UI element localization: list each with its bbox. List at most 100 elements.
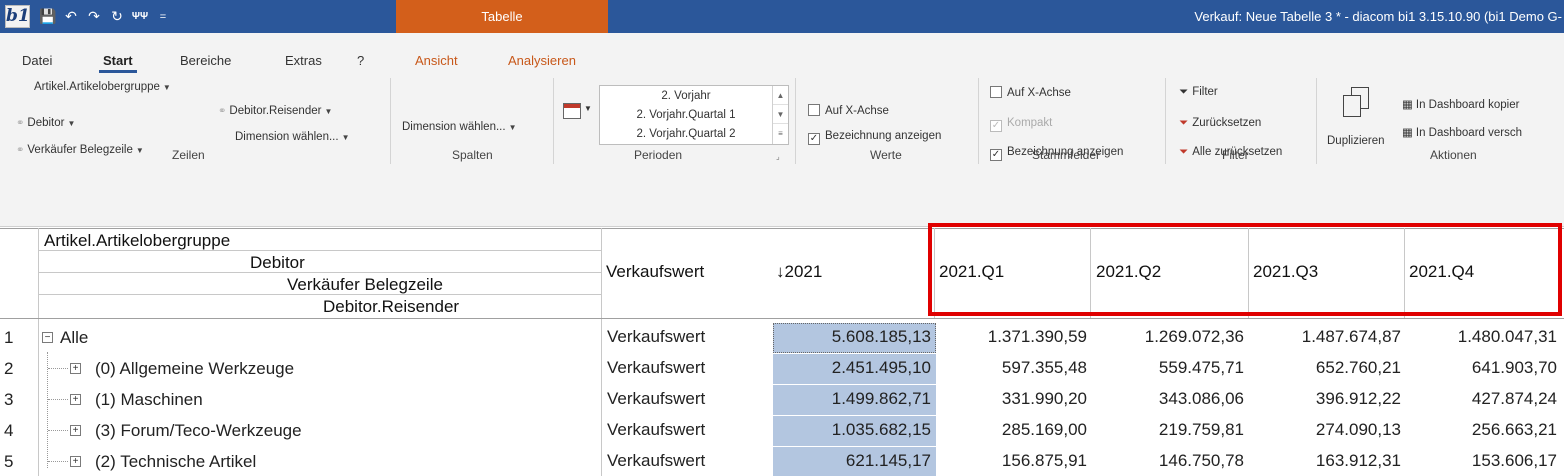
refresh-icon[interactable]: ↻ (107, 6, 127, 28)
cell-year[interactable]: 5.608.185,13 (773, 327, 931, 347)
tab-help[interactable]: ? (357, 53, 364, 68)
cell-q2[interactable]: 1.269.072,36 (1092, 327, 1244, 347)
cell-q3[interactable]: 1.487.674,87 (1250, 327, 1401, 347)
row-label[interactable]: (1) Maschinen (95, 390, 203, 410)
link-icon: ⚭ (218, 106, 227, 117)
cell-q3[interactable]: 163.912,31 (1250, 451, 1401, 471)
row-label[interactable]: Alle (60, 328, 88, 348)
duplicate-icon[interactable] (1343, 87, 1373, 119)
period-item[interactable]: 2. Vorjahr (600, 90, 772, 102)
chevron-down-icon: ▼ (508, 123, 517, 132)
calendar-icon[interactable] (563, 103, 581, 119)
dialog-launcher-icon[interactable]: ⌟ (776, 152, 780, 161)
scroll-down-icon[interactable]: ▼ (773, 105, 788, 124)
table-row[interactable]: 5 + (2) Technische Artikel Verkaufswert … (0, 446, 1564, 476)
period-scrollbar[interactable]: ▲ ▼ ≡ (772, 86, 788, 144)
stamm-auf-x-checkbox[interactable]: Auf X-Achse (990, 86, 1071, 99)
collapse-icon[interactable]: − (42, 332, 53, 343)
redo-icon[interactable]: ↷ (84, 6, 104, 28)
cell-q3[interactable]: 396.912,22 (1250, 389, 1401, 409)
row-number: 4 (4, 421, 14, 440)
table-row[interactable]: 1 − Alle Verkaufswert 5.608.185,13 1.371… (0, 322, 1564, 353)
header-dim-debitor[interactable]: Debitor (250, 253, 305, 273)
row-dim-label: Verkäufer Belegzeile (27, 144, 133, 156)
cell-q2[interactable]: 219.759,81 (1092, 420, 1244, 440)
cell-q4[interactable]: 641.903,70 (1406, 358, 1557, 378)
row-dim-reisender[interactable]: ⚭ Debitor.Reisender ▼ (218, 105, 332, 117)
copy-to-dashboard-button[interactable]: ▦ In Dashboard kopier (1402, 97, 1519, 111)
cell-year[interactable]: 2.451.495,10 (773, 358, 931, 378)
cell-q1[interactable]: 331.990,20 (936, 389, 1087, 409)
expand-icon[interactable]: + (70, 394, 81, 405)
filter-reset-button[interactable]: ⏷ Zurücksetzen (1179, 117, 1261, 130)
cell-q3[interactable]: 274.090,13 (1250, 420, 1401, 440)
checkbox-unchecked[interactable] (990, 86, 1002, 98)
chevron-down-icon: ▼ (67, 119, 76, 128)
expand-icon[interactable]: + (70, 363, 81, 374)
cell-q4[interactable]: 427.874,24 (1406, 389, 1557, 409)
tab-datei[interactable]: Datei (22, 53, 52, 68)
cell-q2[interactable]: 146.750,78 (1092, 451, 1244, 471)
period-item[interactable]: 2. Vorjahr.Quartal 2 (600, 128, 772, 140)
move-to-dashboard-button[interactable]: ▦ In Dashboard versch (1402, 125, 1522, 139)
row-label[interactable]: (2) Technische Artikel (95, 452, 256, 472)
tab-extras[interactable]: Extras (285, 53, 322, 68)
cell-year[interactable]: 1.499.862,71 (773, 389, 931, 409)
cell-q2[interactable]: 559.475,71 (1092, 358, 1244, 378)
column-dimension-dropdown[interactable]: Dimension wählen... ▼ (402, 121, 516, 133)
cell-q1[interactable]: 156.875,91 (936, 451, 1087, 471)
tree-connector (48, 368, 68, 369)
checkbox-checked[interactable]: ✓ (808, 133, 820, 145)
cell-q1[interactable]: 285.169,00 (936, 420, 1087, 440)
row-label[interactable]: (3) Forum/Teco-Werkzeuge (95, 421, 302, 441)
undo-icon[interactable]: ↶ (61, 6, 81, 28)
header-dim-artikelobergruppe[interactable]: Artikel.Artikelobergruppe (44, 231, 230, 251)
group-label-filter: Filter (1222, 148, 1249, 162)
header-measure[interactable]: Verkaufswert (606, 262, 704, 282)
header-dim-reisender[interactable]: Debitor.Reisender (323, 297, 459, 317)
period-item[interactable]: 2. Vorjahr.Quartal 1 (600, 109, 772, 121)
werte-auf-x-checkbox[interactable]: Auf X-Achse (808, 104, 889, 117)
werte-bezeichnung-checkbox[interactable]: ✓ Bezeichnung anzeigen (808, 130, 941, 145)
row-label[interactable]: (0) Allgemeine Werkzeuge (95, 359, 294, 379)
table-row[interactable]: 3 + (1) Maschinen Verkaufswert 1.499.862… (0, 384, 1564, 415)
checkbox-checked-disabled: ✓ (990, 120, 1002, 132)
expand-icon[interactable]: + (70, 425, 81, 436)
expand-icon[interactable]: + (70, 456, 81, 467)
scroll-up-icon[interactable]: ▲ (773, 86, 788, 105)
checkbox-checked[interactable]: ✓ (990, 149, 1002, 161)
period-list[interactable]: 2. Vorjahr 2. Vorjahr.Quartal 1 2. Vorja… (599, 85, 789, 145)
duplicate-icon-front (1343, 95, 1361, 117)
row-dim-choose[interactable]: Dimension wählen... ▼ (235, 131, 349, 143)
cell-q1[interactable]: 1.371.390,59 (936, 327, 1087, 347)
cell-year[interactable]: 1.035.682,15 (773, 420, 931, 440)
row-dim-artikelobergruppe[interactable]: Artikel.Artikelobergruppe ▼ (34, 81, 171, 93)
header-year-sorted[interactable]: ↓2021 (776, 262, 822, 282)
row-dim-verkaeufer[interactable]: ⚭ Verkäufer Belegzeile ▼ (16, 144, 144, 156)
cell-q4[interactable]: 256.663,21 (1406, 420, 1557, 440)
tab-ansicht[interactable]: Ansicht (415, 53, 458, 68)
tab-analysieren[interactable]: Analysieren (508, 53, 576, 68)
group-separator (1316, 78, 1317, 164)
duplicate-button[interactable]: Duplizieren (1327, 135, 1385, 147)
cell-q4[interactable]: 1.480.047,31 (1406, 327, 1557, 347)
cell-q4[interactable]: 153.606,17 (1406, 451, 1557, 471)
save-icon[interactable]: 💾 (38, 6, 58, 28)
tab-start[interactable]: Start (99, 53, 137, 73)
cell-q3[interactable]: 652.760,21 (1250, 358, 1401, 378)
header-dim-verkaeufer[interactable]: Verkäufer Belegzeile (287, 275, 443, 295)
group-label-spalten: Spalten (452, 148, 493, 162)
table-row[interactable]: 2 + (0) Allgemeine Werkzeuge Verkaufswer… (0, 353, 1564, 384)
chevron-down-icon[interactable]: ▼ (584, 104, 592, 113)
expand-list-icon[interactable]: ≡ (773, 124, 788, 143)
cell-q2[interactable]: 343.086,06 (1092, 389, 1244, 409)
cell-q1[interactable]: 597.355,48 (936, 358, 1087, 378)
cell-year[interactable]: 621.145,17 (773, 451, 931, 471)
customize-qat-icon[interactable]: = (153, 6, 173, 28)
tab-bereiche[interactable]: Bereiche (180, 53, 231, 68)
row-dim-debitor[interactable]: ⚭ Debitor ▼ (16, 117, 75, 129)
tools-icon[interactable]: ΨΨ (130, 6, 150, 28)
filter-button[interactable]: ⏷ Filter (1179, 86, 1218, 99)
table-row[interactable]: 4 + (3) Forum/Teco-Werkzeuge Verkaufswer… (0, 415, 1564, 446)
checkbox-unchecked[interactable] (808, 104, 820, 116)
